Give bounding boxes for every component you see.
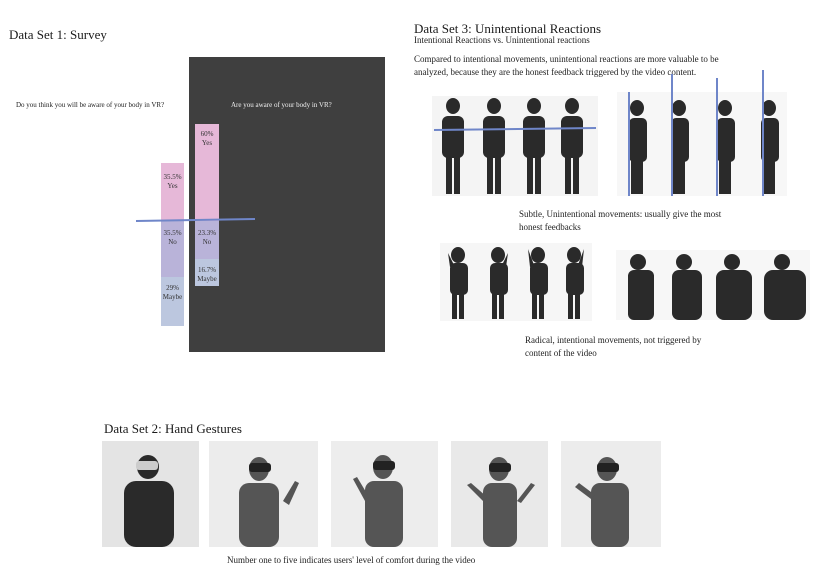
photo-radical-movements-side [616,250,810,320]
bar-right-no-text: No [202,238,212,246]
bar-left-no-text: No [168,238,177,246]
bar-left-no-label: 35.5% No [158,229,187,247]
hand-gestures-caption: Number one to five indicates users' leve… [227,555,476,565]
bar-left-no-value: 35.5% [163,229,182,237]
bar-left-yes-text: Yes [167,182,178,190]
bar-right-yes-label: 60% Yes [191,130,223,148]
hand-gesture-photo-1 [102,441,199,547]
hand-gesture-photo-5 [561,441,661,547]
photo-subtle-movements-side [617,70,787,196]
bar-right-yes-value: 60% [200,130,214,138]
bar-right-maybe-text: Maybe [197,275,217,283]
hand-gesture-photo-4 [451,441,548,547]
caption-subtle-movements: Subtle, Unintentional movements: usually… [519,209,722,232]
bar-right-maybe-value: 16.7% [197,266,217,274]
survey-question-2: Are you aware of your body in VR? [231,101,332,109]
photo-subtle-movements-front [432,96,598,196]
bar-right-maybe-label: 16.7% Maybe [191,266,223,284]
bar-right-no-value: 23.3% [197,229,217,237]
hand-gesture-photo-2 [209,441,318,547]
caption-radical-movements: Radical, intentional movements, not trig… [525,335,702,358]
hand-gesture-photo-3 [331,441,438,547]
bar-right-yes-text: Yes [201,139,213,147]
bar-left-yes-value: 35.5% [163,173,182,181]
bar-left-maybe-label: 29% Maybe [158,284,187,302]
bar-left-maybe-text: Maybe [162,293,183,301]
bar-right-no-label: 23.3% No [191,229,223,247]
bar-left-yes [161,163,184,221]
dataset3-subtitle: Intentional Reactions vs. Unintentional … [414,35,590,45]
bar-left-maybe-value: 29% [166,284,179,292]
survey-question-1: Do you think you will be aware of your b… [16,101,165,109]
survey-divider-line [135,218,256,222]
bar-left-yes-label: 35.5% Yes [158,173,187,191]
dataset1-title: Data Set 1: Survey [9,27,107,42]
photo-radical-movements-front [440,243,592,321]
dataset2-title: Data Set 2: Hand Gestures [104,421,242,436]
